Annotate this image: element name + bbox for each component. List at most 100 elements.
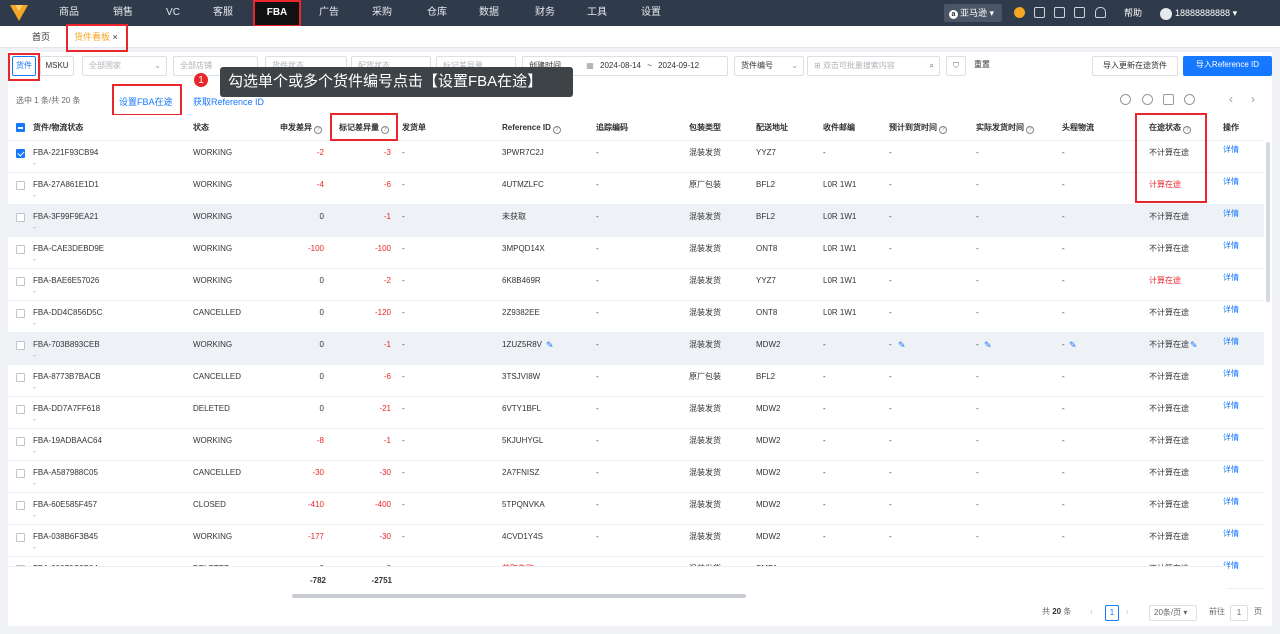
notification-badge-icon[interactable] [1014, 7, 1025, 18]
table-row[interactable]: FBA-DD4C856D5C - CANCELLED 0 -120 - 2Z9382EE - 混… [8, 301, 1264, 333]
table-row[interactable]: FBA-19ADBAAC64 - WORKING -8 -1 - 5KJUHYGL - 混装发货… [8, 429, 1264, 461]
detail-link[interactable]: 详情 [1223, 465, 1239, 475]
row-checkbox[interactable] [16, 213, 25, 222]
table-row[interactable]: FBA-703B893CEB - WORKING 0 -1 - 1ZUZ5R8V - 混装发货 M… [8, 333, 1264, 365]
edit-icon[interactable]: ✎ [1190, 340, 1198, 350]
table-row[interactable]: FBA-27A861E1D1 - WORKING -4 -6 - 4UTMZLFC - 原厂包装… [8, 173, 1264, 205]
nav-item[interactable]: 设置 [633, 0, 669, 26]
scroll-right-icon[interactable]: › [1251, 92, 1255, 106]
edit-icon[interactable]: ✎ [898, 340, 906, 350]
nav-item[interactable]: 广告 [312, 0, 346, 26]
country-select[interactable]: 全部国家 ⌄ [82, 56, 167, 76]
detail-link[interactable]: 详情 [1223, 273, 1239, 283]
clipboard-icon[interactable] [1074, 7, 1085, 18]
close-icon[interactable]: × [113, 32, 118, 42]
detail-link[interactable]: 详情 [1223, 177, 1239, 187]
bell-icon[interactable] [1095, 7, 1106, 18]
refresh-icon[interactable] [1120, 94, 1131, 105]
nav-item[interactable]: 仓库 [418, 0, 456, 26]
table-row[interactable]: FBA-8773B7BACB - CANCELLED 0 -6 - 3TSJVI8W - 原厂包… [8, 365, 1264, 397]
row-checkbox[interactable] [16, 181, 25, 190]
table-row[interactable]: FBA-A587988C05 - CANCELLED -30 -30 - 2A7FNISZ -… [8, 461, 1264, 493]
detail-link[interactable]: 详情 [1223, 401, 1239, 411]
table-row[interactable]: FBA-221F93CB94 - WORKING -2 -3 - 3PWR7C2J - 混装发货… [8, 141, 1264, 173]
scroll-left-icon[interactable]: ‹ [1229, 92, 1233, 106]
tab-shipment-board[interactable]: 货件看板 × [74, 26, 118, 48]
detail-link[interactable]: 详情 [1223, 305, 1239, 315]
row-checkbox[interactable] [16, 149, 25, 158]
type-msku-button[interactable]: MSKU [40, 56, 74, 76]
row-checkbox[interactable] [16, 405, 25, 414]
edit-icon[interactable]: ✎ [984, 340, 992, 350]
row-checkbox[interactable] [16, 437, 25, 446]
import-transit-button[interactable]: 导入更新在途货件 [1092, 56, 1178, 76]
table-row[interactable]: FBA-BAE6E57026 - WORKING 0 -2 - 6K8B469R - 混装发货 Y… [8, 269, 1264, 301]
tab-home[interactable]: 首页 [32, 26, 50, 48]
table-row[interactable]: FBA-DD7A7FF618 - DELETED 0 -21 - 6VTY1BFL - 混装发货… [8, 397, 1264, 429]
detail-link[interactable]: 详情 [1223, 145, 1239, 155]
row-checkbox[interactable] [16, 341, 25, 350]
next-page-button[interactable]: › [1126, 605, 1129, 619]
row-checkbox[interactable] [16, 533, 25, 542]
col-marked-diff-label: 标记差异量 [339, 123, 379, 132]
goto-page-input[interactable]: 1 [1230, 605, 1248, 621]
detail-link[interactable]: 详情 [1223, 369, 1239, 379]
type-shipment-button[interactable]: 货件 [12, 56, 36, 76]
row-checkbox[interactable] [16, 501, 25, 510]
search-input[interactable]: ⊞ 双击可批量搜索内容 ⌕ [807, 56, 940, 76]
detail-link[interactable]: 详情 [1223, 497, 1239, 507]
nav-item[interactable]: VC [158, 0, 188, 26]
help-link[interactable]: 帮助 [1124, 0, 1142, 26]
set-fba-transit-button[interactable]: 设置FBA在途 [119, 95, 173, 108]
help-icon[interactable]: ? [314, 126, 322, 134]
help-icon[interactable]: ? [1026, 126, 1034, 134]
search-field-select[interactable]: 货件编号 ⌄ [734, 56, 804, 76]
edit-icon[interactable]: ✎ [1069, 340, 1077, 350]
page-size-select[interactable]: 20条/页 ▾ [1149, 605, 1197, 621]
nav-item[interactable]: 销售 [104, 0, 142, 26]
help-icon[interactable]: ? [552, 126, 561, 134]
vertical-scrollbar[interactable] [1266, 142, 1270, 302]
document-icon[interactable] [1054, 7, 1065, 18]
nav-item[interactable]: 数据 [472, 0, 506, 26]
settings-icon[interactable] [1142, 94, 1153, 105]
search-icon[interactable]: ⌕ [930, 57, 934, 75]
nav-item[interactable]: 客服 [204, 0, 242, 26]
help-icon[interactable]: ? [381, 126, 389, 134]
help-icon[interactable]: ? [1183, 126, 1191, 134]
nav-item[interactable]: 采购 [365, 0, 399, 26]
nav-item[interactable]: FBA [253, 0, 301, 26]
table-row[interactable]: FBA-CAE3DEBD9E - WORKING -100 -100 - 3MPQD14X -… [8, 237, 1264, 269]
reset-button[interactable]: 重置 [970, 56, 994, 76]
page-1-button[interactable]: 1 [1105, 605, 1119, 621]
nav-item[interactable]: 商品 [50, 0, 88, 26]
row-checkbox[interactable] [16, 309, 25, 318]
nav-item[interactable]: 工具 [580, 0, 614, 26]
horizontal-scrollbar[interactable] [292, 594, 746, 598]
detail-link[interactable]: 详情 [1223, 241, 1239, 251]
prev-page-button[interactable]: ‹ [1090, 605, 1093, 619]
row-checkbox[interactable] [16, 277, 25, 286]
row-checkbox[interactable] [16, 469, 25, 478]
select-all-checkbox[interactable] [16, 123, 25, 132]
nav-item[interactable]: 财务 [526, 0, 564, 26]
filter-icon[interactable]: ⛉ [946, 56, 966, 76]
row-checkbox[interactable] [16, 245, 25, 254]
detail-link[interactable]: 详情 [1223, 337, 1239, 347]
detail-link[interactable]: 详情 [1223, 529, 1239, 539]
table-row[interactable]: FBA-3F99F9EA21 - WORKING 0 -1 - 未获取 - 混装发货 BFL2 L0… [8, 205, 1264, 237]
table-row[interactable]: FBA-038B6F3B45 - WORKING -177 -30 - 4CVD1Y4S - 混… [8, 525, 1264, 557]
edit-icon[interactable]: ✎ [546, 340, 554, 350]
help-icon[interactable] [1184, 94, 1195, 105]
app-logo-icon[interactable] [8, 3, 30, 23]
help-icon[interactable]: ? [939, 126, 947, 134]
download-icon[interactable] [1034, 7, 1045, 18]
table-row[interactable]: FBA-60E585F457 - CLOSED -410 -400 - 5TPQNVKA - 混… [8, 493, 1264, 525]
import-reference-button[interactable]: 导入Reference ID [1183, 56, 1272, 76]
row-checkbox[interactable] [16, 373, 25, 382]
export-icon[interactable] [1163, 94, 1174, 105]
detail-link[interactable]: 详情 [1223, 433, 1239, 443]
detail-link[interactable]: 详情 [1223, 209, 1239, 219]
store-selector[interactable]: a 亚马逊 ▾ [944, 4, 1002, 22]
account-menu[interactable]: 18888888888 ▾ [1160, 0, 1237, 26]
